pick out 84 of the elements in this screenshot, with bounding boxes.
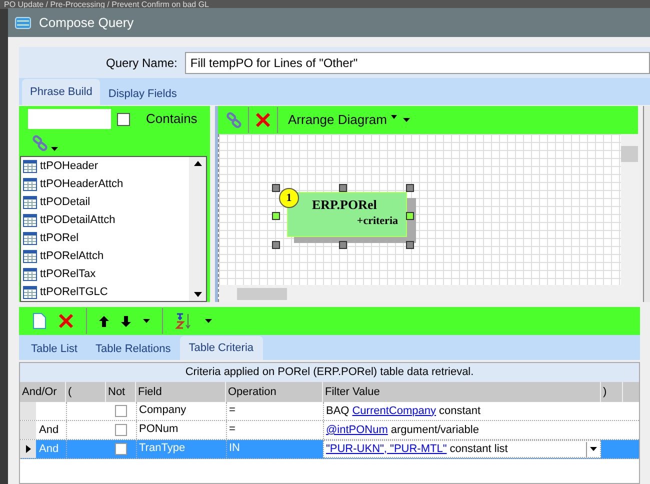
background-window-title: PO Update / Pre-Processing / Prevent Confirm on bad GL: [4, 0, 209, 9]
table-cell: PONum: [139, 423, 178, 435]
node-title: ERP.PORel: [312, 196, 377, 214]
filter-value-link[interactable]: @intPONum: [326, 422, 388, 438]
table-search-field[interactable]: [28, 109, 111, 129]
new-document-icon[interactable]: [33, 313, 46, 329]
caret-icon: [590, 447, 597, 451]
not-checkbox[interactable]: [115, 443, 127, 455]
scroll-up-icon[interactable]: [194, 161, 202, 166]
column-header[interactable]: Not: [106, 382, 136, 402]
node-subtitle: +criteria: [356, 214, 398, 229]
contains-label: Contains: [146, 110, 198, 128]
tab[interactable]: Display Fields: [100, 83, 185, 105]
not-checkbox[interactable]: [115, 424, 127, 436]
table-list-item[interactable]: ttPORel: [21, 229, 189, 247]
move-up-icon[interactable]: [99, 316, 109, 326]
criteria-row[interactable]: And TranType IN "PUR-UKN", "PUR-MTL" constant list: [20, 440, 639, 459]
resize-handle[interactable]: [339, 241, 347, 249]
column-header[interactable]: Filter Value: [323, 382, 601, 402]
tab[interactable]: Table Criteria: [180, 336, 263, 360]
filter-value-link[interactable]: "PUR-UKN", "PUR-MTL": [326, 440, 447, 458]
table-icon: [23, 286, 37, 298]
column-header[interactable]: Field: [136, 382, 226, 402]
table-icon: [23, 178, 37, 190]
table-icon: [23, 196, 37, 208]
resize-handle[interactable]: [406, 184, 414, 192]
caret-icon[interactable]: [205, 319, 212, 323]
table-cell: =: [229, 404, 236, 416]
table-list-item[interactable]: ttPORelAttch: [21, 247, 189, 265]
column-header[interactable]: Operation: [226, 382, 323, 402]
query-name-label: Query Name:: [106, 54, 178, 72]
column-header[interactable]: (: [66, 382, 106, 402]
caret-icon[interactable]: [51, 147, 58, 151]
table-cell-text: argument/variable: [390, 422, 479, 438]
not-checkbox[interactable]: [115, 405, 127, 417]
table-list-item[interactable]: ttPOHeaderAttch: [21, 175, 189, 193]
resize-handle[interactable]: [406, 212, 414, 220]
table-list-item[interactable]: ttPODetail: [21, 193, 189, 211]
tab[interactable]: Table Relations: [86, 339, 180, 360]
window-title: Compose Query: [39, 14, 134, 32]
resize-handle[interactable]: [339, 184, 347, 192]
table-icon: [23, 232, 37, 244]
table-list-item[interactable]: ttPODetailAttch: [21, 211, 189, 229]
contains-checkbox[interactable]: [117, 112, 130, 126]
scroll-down-icon[interactable]: [194, 292, 202, 297]
table-list-item[interactable]: ttPORelTax: [21, 265, 189, 283]
resize-handle[interactable]: [272, 241, 280, 249]
table-icon: [23, 268, 37, 280]
move-down-icon[interactable]: [121, 316, 131, 326]
delete-icon[interactable]: [255, 112, 271, 128]
delete-icon[interactable]: [58, 313, 74, 329]
table-icon: [23, 250, 37, 262]
sort-icon[interactable]: [175, 312, 193, 330]
query-name-field[interactable]: Fill tempPO for Lines of "Other": [185, 52, 650, 74]
row-pointer-icon: [26, 445, 30, 453]
scrollbar[interactable]: [189, 157, 206, 301]
table-icon: [23, 214, 37, 226]
resize-handle[interactable]: [406, 241, 414, 249]
column-header[interactable]: ): [601, 382, 623, 402]
criteria-row[interactable]: Company = BAQ CurrentCompany constant: [20, 402, 639, 421]
table-cell-text: BAQ: [326, 404, 350, 419]
caret-icon[interactable]: [143, 319, 150, 323]
table-list-item[interactable]: ttPOHeader: [21, 157, 189, 175]
filter-value-link[interactable]: CurrentCompany: [352, 402, 436, 420]
tab[interactable]: Phrase Build: [22, 79, 100, 105]
criteria-caption: Criteria applied on PORel (ERP.PORel) table data retrieval.: [20, 363, 639, 382]
arrange-diagram-button[interactable]: Arrange Diagram: [284, 110, 391, 130]
table-icon: [23, 160, 37, 172]
resize-handle[interactable]: [272, 212, 280, 220]
table-list-item[interactable]: ttPORelTGLC: [21, 283, 189, 301]
table-cell-text: constant: [439, 404, 481, 419]
table-cell-text: And: [39, 422, 59, 438]
table-cell: =: [229, 423, 236, 435]
table-cell: TranType: [139, 442, 186, 454]
resize-handle[interactable]: [272, 184, 280, 192]
app-icon: [15, 16, 31, 28]
chain-link-icon[interactable]: [226, 112, 242, 128]
tab[interactable]: Table List: [22, 339, 86, 360]
dropdown-button[interactable]: [586, 442, 600, 456]
table-cell-text: constant list: [450, 442, 508, 457]
node-number-badge: 1: [279, 188, 299, 208]
table-cell-text: And: [39, 442, 59, 457]
table-cell: IN: [229, 442, 240, 454]
table-cell: Company: [139, 404, 186, 416]
